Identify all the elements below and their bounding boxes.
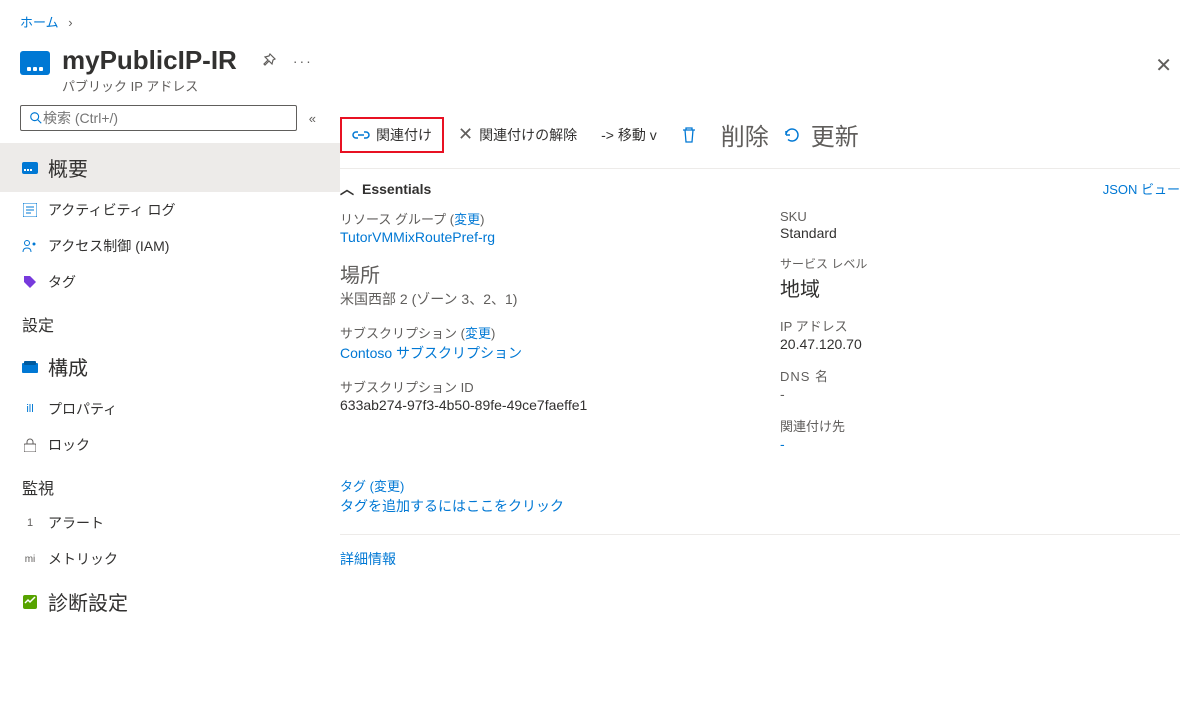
diagnostics-icon (22, 594, 38, 610)
rg-change-link[interactable]: 変更 (454, 212, 480, 227)
tag-icon (22, 274, 38, 290)
dissociate-button[interactable]: ✕ 関連付けの解除 (448, 118, 587, 151)
chevron-right-icon: › (68, 15, 72, 30)
sidebar-item-alerts[interactable]: 1 アラート (0, 505, 340, 541)
sidebar-item-label: タグ (48, 272, 76, 292)
essentials-title: Essentials (362, 181, 431, 197)
rg-label: リソース グループ (変更) (340, 209, 740, 228)
sidebar-item-properties[interactable]: ill プロパティ (0, 391, 340, 427)
sub-value[interactable]: Contoso サブスクリプション (340, 343, 740, 363)
move-button[interactable]: -> 移動 v (591, 119, 667, 151)
subid-label: サブスクリプション ID (340, 377, 740, 396)
tags-label: タグ (変更) (340, 476, 1180, 495)
page-title: myPublicIP-IR (62, 45, 237, 76)
configuration-icon (22, 359, 38, 375)
x-icon: ✕ (458, 124, 473, 145)
more-info-link[interactable]: 詳細情報 (340, 551, 396, 567)
json-view-link[interactable]: JSON ビュー (1103, 179, 1180, 199)
sidebar-item-label: プロパティ (48, 399, 117, 419)
sidebar-item-label: アクセス制御 (IAM) (48, 236, 169, 256)
link-icon (352, 128, 370, 142)
metrics-icon: mi (22, 551, 38, 567)
essentials-toggle[interactable]: ︿ Essentials (340, 179, 431, 199)
ip-label: IP アドレス (780, 316, 1180, 335)
sidebar-item-label: 構成 (48, 352, 88, 381)
sidebar-item-label: メトリック (48, 549, 118, 569)
associate-label: 関連付け (376, 125, 432, 145)
collapse-sidebar-icon[interactable]: « (305, 107, 320, 130)
dissociate-label: 関連付けの解除 (479, 125, 577, 145)
search-icon (29, 111, 43, 125)
assoc-label: 関連付け先 (780, 416, 1180, 435)
iam-icon (22, 238, 38, 254)
sidebar-item-metrics[interactable]: mi メトリック (0, 541, 340, 577)
dns-value: - (780, 386, 1180, 402)
location-value: 米国西部 2 (ゾーン 3、2、1) (340, 289, 740, 309)
activity-log-icon (22, 202, 38, 218)
close-icon[interactable]: ✕ (1147, 45, 1180, 86)
move-label: -> 移動 v (601, 125, 657, 145)
resource-type-label: パブリック IP アドレス (62, 76, 237, 95)
breadcrumb: ホーム › (0, 0, 1200, 35)
sidebar-item-configuration[interactable]: 構成 (0, 342, 340, 391)
tier-label: サービス レベル (780, 255, 1180, 272)
overview-icon (22, 160, 38, 176)
tier-value: 地域 (780, 273, 1180, 302)
sidebar-item-diagnostics[interactable]: 診断設定 (0, 577, 340, 626)
sidebar-item-tags[interactable]: タグ (0, 264, 340, 300)
sidebar-item-activity-log[interactable]: アクティビティ ログ (0, 192, 340, 228)
alert-icon: 1 (22, 515, 38, 531)
delete-button[interactable] (671, 120, 707, 150)
sku-label: SKU (780, 209, 1180, 224)
properties-icon: ill (22, 401, 38, 417)
sub-label: サブスクリプション (変更) (340, 323, 740, 342)
assoc-value[interactable]: - (780, 436, 1180, 452)
search-box[interactable] (20, 105, 297, 131)
refresh-icon (783, 126, 801, 144)
delete-text[interactable]: 削除 (711, 111, 779, 158)
sub-change-link[interactable]: 変更 (465, 326, 491, 341)
sidebar-item-label: アクティビティ ログ (48, 200, 176, 220)
sidebar-item-label: ロック (48, 435, 90, 455)
sidebar-item-label: 診断設定 (48, 587, 128, 616)
sidebar-item-overview[interactable]: 概要 (0, 143, 340, 192)
sidebar-header-settings: 設定 (0, 300, 340, 342)
sidebar-item-label: 概要 (48, 153, 88, 182)
sidebar-header-monitor: 監視 (0, 463, 340, 505)
sidebar-item-locks[interactable]: ロック (0, 427, 340, 463)
ip-value: 20.47.120.70 (780, 336, 1180, 352)
search-input[interactable] (43, 110, 288, 126)
sidebar: « 概要 アクティビティ ログ アクセス制御 (IAM) タグ 設 (0, 105, 340, 626)
more-icon[interactable]: ··· (293, 53, 313, 69)
tags-change-link[interactable]: 変更 (374, 479, 400, 494)
rg-value[interactable]: TutorVMMixRoutePref-rg (340, 229, 740, 245)
tags-add-link[interactable]: タグを追加するにはここをクリック (340, 496, 1180, 516)
trash-icon (681, 126, 697, 144)
toolbar: 関連付け ✕ 関連付けの解除 -> 移動 v 削除 更新 (340, 105, 1180, 169)
associate-button[interactable]: 関連付け (340, 117, 444, 153)
subid-value: 633ab274-97f3-4b50-89fe-49ce7faeffe1 (340, 397, 740, 413)
content-pane: 関連付け ✕ 関連付けの解除 -> 移動 v 削除 更新 (340, 105, 1200, 626)
refresh-text[interactable]: 更新 (801, 111, 869, 158)
sidebar-item-label: アラート (48, 513, 104, 533)
lock-icon (22, 437, 38, 453)
dns-label: DNS 名 (780, 366, 1180, 385)
public-ip-icon (20, 51, 50, 75)
breadcrumb-home[interactable]: ホーム (20, 15, 59, 30)
sidebar-item-iam[interactable]: アクセス制御 (IAM) (0, 228, 340, 264)
chevron-up-icon: ︿ (340, 179, 354, 199)
location-label: 場所 (340, 259, 740, 288)
pin-icon[interactable] (261, 53, 277, 69)
sku-value: Standard (780, 225, 1180, 241)
